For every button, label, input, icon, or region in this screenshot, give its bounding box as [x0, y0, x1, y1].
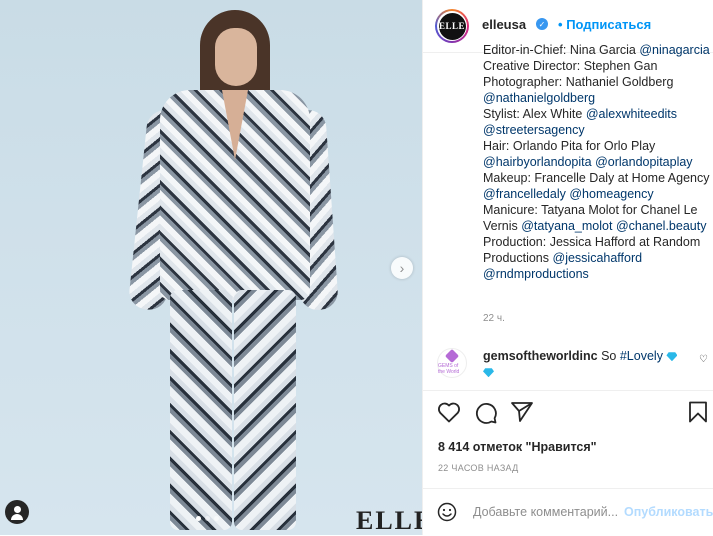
mention-link[interactable]: @rndmproductions	[483, 267, 589, 281]
avatar-logo: ELLE	[438, 12, 466, 40]
post-sidebar: ELLE elleusa ✓ • Подписаться Editor-in-C…	[422, 0, 713, 535]
commenter-avatar[interactable]: GEMS of the World	[437, 348, 467, 378]
heart-icon[interactable]	[437, 401, 461, 423]
carousel-dot	[205, 516, 210, 521]
add-comment-bar: Опубликовать	[423, 488, 713, 536]
share-icon[interactable]	[510, 401, 534, 423]
follow-label: Подписаться	[566, 17, 652, 32]
caption-line: Creative Director: Stephen Gan	[483, 59, 658, 73]
commenter-avatar-text: GEMS of the World	[438, 363, 460, 375]
comment-icon[interactable]	[474, 401, 498, 425]
caption-line: Production: Jessica Hafford at Random	[483, 235, 701, 249]
left-leg	[170, 290, 232, 530]
model-figure	[127, 10, 339, 530]
post-caption: Editor-in-Chief: Nina Garcia @ninagarcia…	[483, 42, 713, 282]
mention-link[interactable]: @orlandopitaplay	[595, 155, 692, 169]
caption-line: Vernis @tatyana_molot @chanel.beauty	[483, 219, 707, 233]
mention-link[interactable]: @jessicahafford	[553, 251, 643, 265]
diamond-icon	[666, 352, 678, 362]
comment-body: So	[601, 349, 617, 363]
elle-watermark: ELLE	[356, 506, 422, 535]
publish-button[interactable]: Опубликовать	[624, 505, 713, 519]
post-timestamp[interactable]: 22 ЧАСОВ НАЗАД	[438, 463, 519, 473]
mention-link[interactable]: @tatyana_molot	[521, 219, 612, 233]
face	[215, 28, 257, 86]
mention-link[interactable]: @streetersagency	[483, 123, 585, 137]
mention-link[interactable]: @chanel.beauty	[616, 219, 707, 233]
likes-count[interactable]: 8 414 отметок "Нравится"	[438, 440, 597, 454]
caption-line: Productions @jessicahafford	[483, 251, 643, 265]
user-tag-icon[interactable]	[5, 500, 29, 524]
mention-link[interactable]: @ninagarcia	[639, 43, 709, 57]
mention-link[interactable]: @hairbyorlandopita	[483, 155, 592, 169]
verified-icon: ✓	[536, 18, 548, 30]
caption-time: 22 ч.	[483, 313, 505, 324]
post-photo[interactable]: › ELLE	[0, 0, 422, 535]
emoji-icon[interactable]	[437, 502, 457, 522]
next-arrow-icon[interactable]: ›	[391, 257, 413, 279]
comment-like-icon[interactable]: ♡	[699, 354, 708, 365]
mention-link[interactable]: @alexwhiteedits	[586, 107, 677, 121]
commenter-username[interactable]: gemsoftheworldinc	[483, 349, 598, 363]
caption-line: Stylist: Alex White @alexwhiteedits	[483, 107, 678, 121]
gem-icon	[444, 348, 460, 364]
comment-text: gemsoftheworldinc So #Lovely	[483, 348, 693, 380]
bookmark-icon[interactable]	[688, 401, 708, 423]
carousel-dots	[196, 516, 219, 521]
carousel-dot	[214, 516, 219, 521]
mention-link[interactable]: @francelledaly	[483, 187, 566, 201]
caption-line: Hair: Orlando Pita for Orlo Play	[483, 139, 656, 153]
caption-line: Makeup: Francelle Daly at Home Agency	[483, 171, 710, 185]
follow-button[interactable]: • Подписаться	[558, 17, 651, 32]
diamond-icon	[483, 368, 494, 378]
carousel-dot	[196, 516, 201, 521]
comment-input[interactable]	[473, 505, 621, 519]
right-leg	[234, 290, 296, 530]
username[interactable]: elleusa	[482, 17, 526, 32]
mention-link[interactable]: @nathanielgoldberg	[483, 91, 595, 105]
caption-line: Photographer: Nathaniel Goldberg	[483, 75, 674, 89]
separator-dot: •	[558, 17, 563, 32]
hashtag-link[interactable]: #Lovely	[620, 349, 663, 363]
caption-line: Editor-in-Chief: Nina Garcia @ninagarcia	[483, 43, 710, 57]
caption-line: Manicure: Tatyana Molot for Chanel Le	[483, 203, 698, 217]
avatar[interactable]: ELLE	[435, 9, 469, 43]
mention-link[interactable]: @homeagency	[569, 187, 653, 201]
